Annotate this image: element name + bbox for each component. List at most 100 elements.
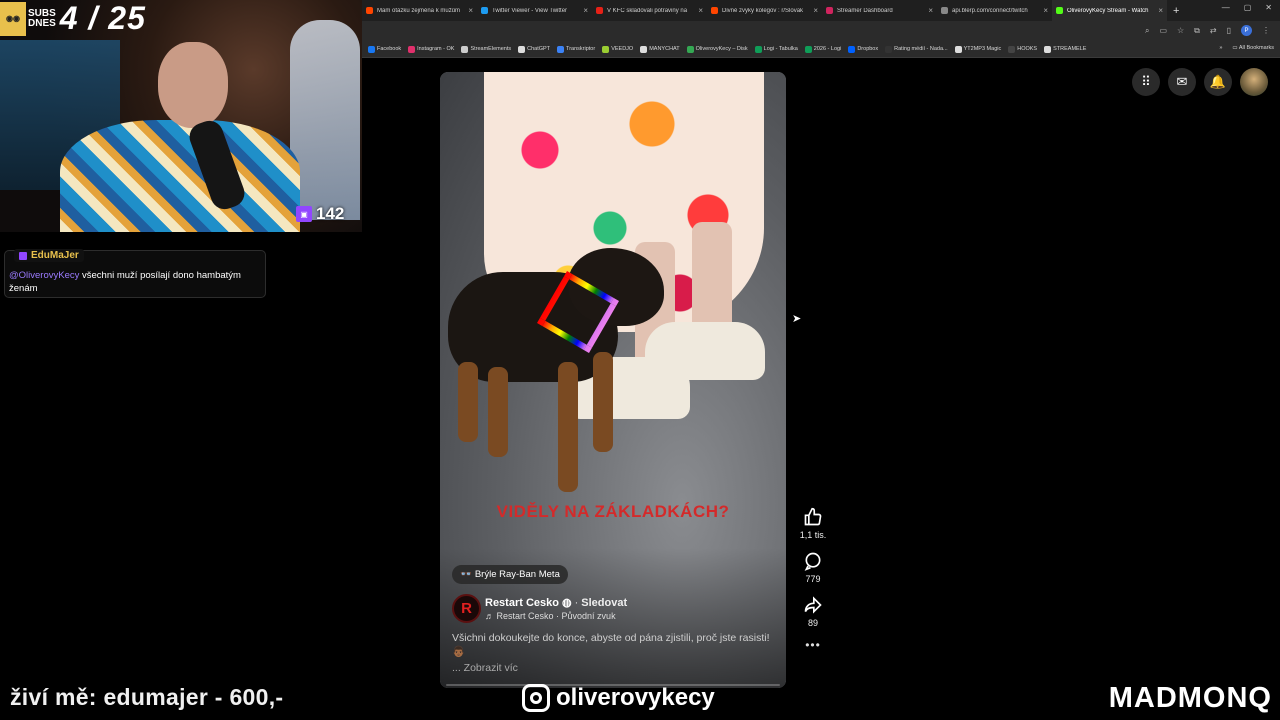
author-meta: Restart Cesko ◍ · Sledovat ♬ Restart Ces…	[485, 596, 627, 622]
author-line: Restart Cesko ◍ · Sledovat	[485, 596, 627, 610]
bookmark-item[interactable]: Instagram - OK	[408, 45, 454, 53]
bookmark-favicon-icon	[602, 45, 610, 53]
product-chip[interactable]: 👓 Brýle Ray-Ban Meta	[452, 565, 568, 584]
close-icon[interactable]: ×	[928, 6, 933, 15]
bookmark-item[interactable]: OliverovyKecy – Disk	[686, 45, 748, 53]
reel-video[interactable]: VIDĚLY NA ZÁKLADKÁCH? 👓 Brýle Ray-Ban Met…	[440, 72, 786, 688]
sidebar-icon[interactable]: ⇄	[1210, 26, 1217, 35]
share-action[interactable]: 89	[793, 594, 833, 628]
close-icon[interactable]: ×	[468, 6, 473, 15]
author-avatar[interactable]: R	[452, 594, 481, 623]
tab-favicon	[366, 7, 373, 14]
tab-0[interactable]: Mam otázku zejména k mužům ×	[362, 0, 477, 21]
chat-mention: @OliverovyKecy	[9, 270, 80, 281]
tab-favicon	[1056, 7, 1063, 14]
bookmark-label: STREAMELE	[1053, 46, 1087, 52]
minimize-icon[interactable]: —	[1222, 3, 1230, 12]
bookmark-favicon-icon	[408, 45, 416, 53]
tab-label: Twitter Viewer - View Twitter	[492, 7, 568, 14]
extensions-icon[interactable]: ⧉	[1194, 26, 1200, 36]
bookmark-item[interactable]: 2026 - Logi	[804, 45, 842, 53]
cast-icon[interactable]: ▭	[1159, 26, 1167, 35]
tab-1[interactable]: Twitter Viewer - View Twitter ×	[477, 0, 592, 21]
bookmark-favicon-icon	[1008, 45, 1016, 53]
address-bar: ⌕ ▭ ☆ ⧉ ⇄ ▯ P ⋮	[362, 21, 1280, 41]
bookmark-item[interactable]: Facebook	[368, 45, 401, 53]
bookmark-label: Transkriptor	[566, 46, 596, 52]
menu-icon[interactable]: ⋮	[1262, 26, 1270, 35]
share-arrow-icon[interactable]	[802, 594, 824, 616]
see-more-link[interactable]: ... Zobrazit víc	[452, 662, 518, 674]
video-dog	[448, 248, 678, 492]
bookmark-favicon-icon	[848, 45, 856, 53]
tab-3[interactable]: Divné zvyky kolegov : r/Slovak ×	[707, 0, 822, 21]
tab-5[interactable]: api.blerp.com/connect/twitch ×	[937, 0, 1052, 21]
webcam-streamer-head	[158, 42, 228, 128]
maximize-icon[interactable]: ▢	[1244, 3, 1252, 12]
bookmark-favicon-icon	[686, 45, 694, 53]
bookmark-favicon-icon	[640, 45, 648, 53]
bookmark-item[interactable]: Dropbox	[848, 45, 878, 53]
browser-tab-bar: Mam otázku zejména k mužům × Twitter View…	[362, 0, 1280, 21]
subs-count: 4 / 25	[59, 0, 146, 36]
comment-action[interactable]: 779	[793, 550, 833, 584]
split-icon[interactable]: ▯	[1227, 26, 1231, 35]
bookmark-item[interactable]: YT2MP3 Magic	[954, 45, 1001, 53]
bookmark-item[interactable]: STREAMELE	[1044, 45, 1087, 53]
bookmark-item[interactable]: ChatGPT	[518, 45, 550, 53]
zoom-icon[interactable]: ⌕	[1145, 26, 1149, 36]
subs-badge-icon: ◉◉	[0, 1, 26, 36]
close-icon[interactable]: ×	[698, 6, 703, 15]
follow-button[interactable]: Sledovat	[581, 597, 627, 609]
like-count: 1,1 tis.	[799, 530, 827, 540]
close-icon[interactable]: ×	[583, 6, 588, 15]
star-icon[interactable]: ☆	[1177, 26, 1184, 35]
comment-count: 779	[805, 574, 821, 584]
bookmark-item[interactable]: VEEDJO	[602, 45, 634, 53]
bookmark-label: 2026 - Logi	[813, 46, 842, 52]
messenger-icon[interactable]: ✉	[1168, 68, 1196, 96]
like-action[interactable]: 1,1 tis.	[793, 506, 833, 540]
viewer-count-value: 142	[316, 204, 345, 223]
tab-6-active[interactable]: OliverovyKecy Stream - Watch ×	[1052, 0, 1167, 21]
notifications-bell-icon[interactable]: 🔔	[1204, 68, 1232, 96]
bookmark-item[interactable]: Logi - Tabulka	[754, 45, 798, 53]
video-caption: VIDĚLY NA ZÁKLADKÁCH?	[496, 502, 730, 521]
close-window-icon[interactable]: ✕	[1265, 3, 1272, 12]
instagram-icon	[522, 684, 550, 712]
profile-avatar[interactable]: P	[1241, 25, 1252, 36]
bookmark-item[interactable]: MANYCHAT	[640, 45, 680, 53]
bookmark-item[interactable]: StreamElements	[461, 45, 512, 53]
bookmarks-overflow-icon[interactable]: »	[1219, 45, 1222, 51]
bookmark-item[interactable]: Rating médií - Nada...	[885, 45, 948, 53]
instagram-overlay: oliverovykecy	[522, 684, 715, 712]
bookmark-item[interactable]: Transkriptor	[557, 45, 596, 53]
close-icon[interactable]: ×	[1043, 6, 1048, 15]
bookmark-label: VEEDJO	[611, 46, 634, 52]
screen: Mam otázku zejména k mužům × Twitter View…	[0, 0, 1280, 720]
chat-message: EduMaJer @OliverovyKecy všechni muží pos…	[4, 249, 266, 298]
tab-2[interactable]: V KFC skladovali potraviny na ×	[592, 0, 707, 21]
apps-menu-icon[interactable]: ⠿	[1132, 68, 1160, 96]
window-controls: — ▢ ✕	[1222, 3, 1272, 12]
close-icon[interactable]: ×	[813, 6, 818, 15]
bookmark-item[interactable]: HOOKS	[1008, 45, 1038, 53]
audio-line[interactable]: ♬ Restart Cesko · Původní zvuk	[485, 611, 627, 621]
separator-dot: ·	[574, 596, 579, 609]
tab-label: Mam otázku zejména k mužům	[377, 7, 461, 14]
profile-avatar-icon[interactable]	[1240, 68, 1268, 96]
bookmark-label: HOOKS	[1017, 46, 1038, 52]
subs-label-top: SUBS	[28, 7, 56, 19]
webcam-feed: ◉◉ SUBS DNES 4 / 25 ▣ 142	[0, 0, 362, 232]
thumbs-up-icon[interactable]	[802, 506, 824, 528]
author-name[interactable]: Restart Cesko	[485, 597, 559, 609]
tab-favicon	[711, 7, 718, 14]
all-bookmarks-button[interactable]: ▭ All Bookmarks	[1232, 45, 1274, 51]
comment-bubble-icon[interactable]	[802, 550, 824, 572]
close-icon[interactable]: ×	[1158, 6, 1163, 15]
more-options-icon[interactable]: •••	[793, 638, 833, 652]
tab-4[interactable]: Streamer Dashboard ×	[822, 0, 937, 21]
donation-overlay: živí mě: edumajer - 600,-	[10, 684, 284, 710]
new-tab-button[interactable]: +	[1173, 5, 1179, 17]
bookmark-label: StreamElements	[470, 46, 512, 52]
